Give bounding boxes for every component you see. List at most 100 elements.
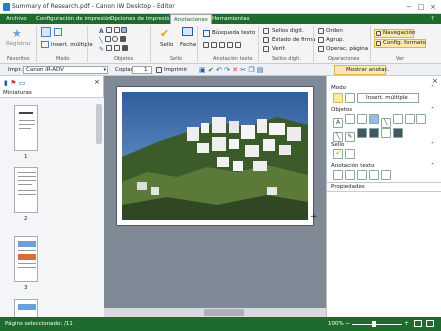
close-button[interactable]: × — [428, 2, 438, 12]
filled-ellipse-button[interactable] — [368, 128, 379, 138]
collapse-modo-icon[interactable]: ˄ — [431, 85, 434, 92]
shape-icon[interactable] — [113, 45, 120, 51]
comment-icon[interactable]: ▭ — [19, 79, 26, 87]
stamp-icon[interactable]: ✔ — [160, 27, 169, 40]
tab-archivo[interactable]: Archivo — [3, 14, 30, 24]
text-annot-4-icon[interactable] — [226, 42, 233, 48]
registrar-button[interactable]: Registrar — [6, 41, 31, 47]
ellipse-button[interactable] — [404, 114, 415, 124]
maximize-button[interactable]: □ — [416, 2, 426, 12]
bookmark-icon[interactable]: ▮ — [4, 79, 8, 87]
ellipse-icon[interactable] — [112, 36, 119, 42]
help-button[interactable]: ? — [428, 14, 437, 24]
operac-pagina-button[interactable]: Operac. página — [326, 46, 368, 52]
copy-icon[interactable]: ❐ — [248, 66, 254, 74]
tab-configuracion-impresion[interactable]: Configuración de impresión — [33, 14, 115, 24]
shape-button[interactable] — [380, 128, 391, 138]
redo-icon[interactable]: ↷ — [224, 66, 230, 74]
textbox-button[interactable] — [344, 114, 355, 124]
filled-rect-button[interactable] — [356, 128, 367, 138]
undo-icon[interactable]: ↶ — [216, 66, 222, 74]
imprimir-button[interactable]: Imprimir — [164, 67, 187, 73]
collapse-anotacion-icon[interactable]: ˄ — [431, 163, 434, 170]
copias-stepper[interactable]: 1 — [132, 66, 152, 74]
select-mode-icon[interactable] — [41, 27, 51, 37]
fecha-button[interactable]: Fecha — [180, 42, 196, 48]
text-annotation-button-1[interactable] — [333, 170, 343, 180]
paste-icon[interactable]: ▤ — [257, 66, 264, 74]
text-tool-button[interactable]: A — [333, 118, 343, 128]
text-annot-1-icon[interactable] — [203, 42, 209, 48]
arrow-button[interactable]: ╲ — [333, 132, 343, 142]
pin-icon[interactable]: ⚑ — [10, 79, 16, 87]
tab-opciones-impresion[interactable]: Opciones de impresión — [107, 14, 176, 24]
tab-herramientas[interactable]: Herramientas — [209, 14, 252, 24]
filled-rect-icon[interactable] — [120, 36, 127, 42]
pen-icon[interactable]: ✎ — [99, 46, 104, 53]
stamp-button[interactable]: ✔ — [333, 149, 343, 159]
minimize-button[interactable]: − — [404, 2, 414, 12]
select-mode-button[interactable] — [333, 93, 343, 103]
check-icon[interactable]: ✔ — [208, 66, 214, 74]
pen-button[interactable]: ✎ — [344, 132, 355, 142]
hand-mode-button[interactable] — [345, 93, 355, 103]
thumbnail-page[interactable] — [14, 105, 38, 151]
mostrar-anotac-button[interactable]: Mostrar anotac. — [346, 67, 389, 73]
close-pane-icon[interactable]: × — [94, 78, 100, 86]
text-annot-2-icon[interactable] — [210, 42, 217, 48]
thumbnail-page[interactable] — [14, 299, 38, 318]
delete-icon[interactable]: ✕ — [232, 66, 238, 74]
line-button[interactable]: ╲ — [380, 118, 391, 128]
sello-button[interactable]: Sello — [160, 42, 173, 48]
sellos-digit-button[interactable]: Sellos digit. — [272, 28, 304, 34]
calendar-icon[interactable] — [182, 27, 193, 36]
estado-firma-button[interactable]: Estado de firma — [272, 37, 315, 43]
zoom-slider[interactable] — [352, 324, 402, 325]
document-page[interactable] — [116, 86, 314, 226]
thumbnail-page[interactable] — [14, 167, 38, 213]
collapse-sello-icon[interactable]: ˄ — [431, 142, 434, 149]
horizontal-scrollbar-thumb[interactable] — [204, 309, 244, 316]
text-annot-3-icon[interactable] — [218, 42, 225, 48]
date-stamp-button[interactable] — [345, 149, 355, 159]
arrow-tool-icon[interactable]: ╲ — [99, 37, 103, 44]
rectangle-button[interactable] — [392, 114, 403, 124]
orden-button[interactable]: Orden — [326, 28, 343, 34]
busqueda-texto-button[interactable]: Búsqueda texto — [212, 30, 255, 36]
config-formato-button[interactable]: Config. formato — [383, 40, 426, 46]
navegacion-button[interactable]: Navegación — [383, 30, 415, 36]
save-icon[interactable]: ▣ — [199, 66, 206, 74]
note-icon[interactable] — [113, 27, 120, 33]
polygon-icon[interactable] — [105, 45, 112, 51]
rectangle-icon[interactable] — [104, 36, 111, 42]
note-button[interactable] — [356, 114, 367, 124]
cut-icon[interactable]: ✂ — [240, 66, 246, 74]
close-annotation-pane-icon[interactable]: × — [432, 77, 438, 85]
thumbnail-page[interactable] — [14, 236, 38, 282]
printer-select[interactable]: Canon iR-ADV ▾ — [23, 66, 108, 74]
zoom-out-icon[interactable]: − — [345, 320, 350, 327]
text-annotation-button-5[interactable] — [380, 170, 391, 180]
text-annot-5-icon[interactable] — [234, 42, 241, 48]
tab-anotaciones[interactable]: Anotaciones — [170, 14, 212, 24]
collapse-objetos-icon[interactable]: ˄ — [431, 107, 434, 114]
insert-multiple-panel-button[interactable]: Insert. múltiple — [357, 93, 419, 103]
highlight-icon[interactable] — [121, 27, 128, 33]
hand-mode-icon[interactable] — [54, 28, 62, 36]
text-annotation-button-4[interactable] — [368, 170, 379, 180]
zoom-in-icon[interactable]: + — [404, 320, 409, 327]
fill-shape-icon[interactable] — [121, 45, 128, 51]
text-annotation-button-2[interactable] — [344, 170, 355, 180]
verif-button[interactable]: Verif. — [272, 46, 286, 52]
textbox-icon[interactable] — [105, 27, 112, 33]
text-tool-icon[interactable]: A — [99, 28, 104, 35]
polygon-button[interactable] — [416, 114, 427, 124]
fit-page-icon[interactable] — [414, 320, 422, 327]
fit-width-icon[interactable] — [426, 320, 434, 327]
fill-shape-button[interactable] — [392, 128, 403, 138]
highlight-button[interactable] — [368, 114, 379, 124]
agrup-button[interactable]: Agrup. — [326, 37, 344, 43]
zoom-slider-thumb[interactable] — [372, 321, 376, 327]
scrollbar-thumb[interactable] — [96, 104, 102, 144]
text-annotation-button-3[interactable] — [356, 170, 367, 180]
